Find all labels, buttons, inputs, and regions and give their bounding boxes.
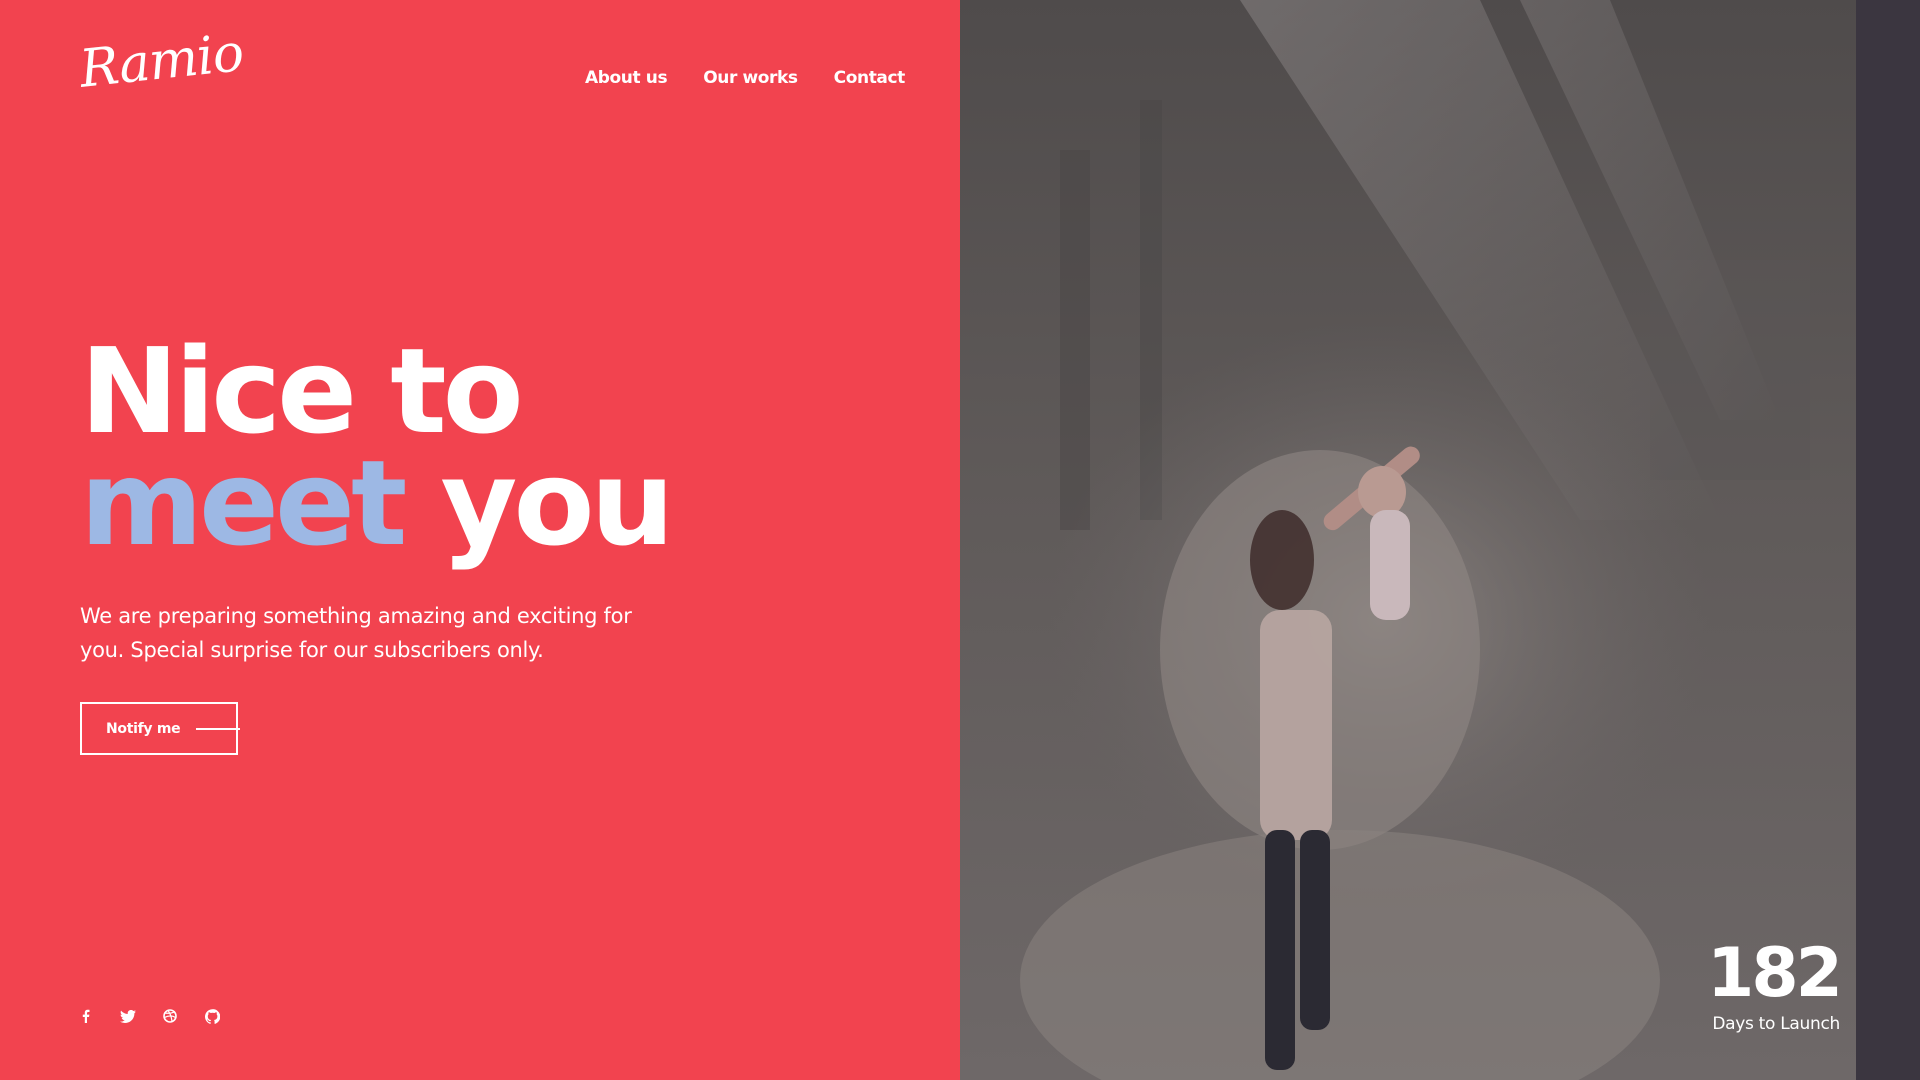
nav-link-works[interactable]: Our works (703, 68, 798, 88)
arrow-line-icon (196, 728, 240, 730)
countdown-label: Days to Launch (1712, 1014, 1840, 1034)
headline-rest: you (403, 434, 675, 572)
github-icon[interactable] (204, 1008, 220, 1024)
hero-content: Nice to meet you We are preparing someth… (80, 332, 780, 667)
edge-strip (1856, 0, 1920, 1080)
hero-subtitle: We are preparing something amazing and e… (80, 604, 632, 662)
twitter-icon[interactable] (120, 1008, 136, 1024)
nav-link-about[interactable]: About us (585, 68, 668, 88)
hero-headline: Nice to meet you (80, 332, 780, 562)
logo-text: Ramio (76, 23, 246, 100)
image-panel: 182 Days to Launch (960, 0, 1920, 1080)
headline-accent-word: meet (80, 434, 407, 572)
notify-me-label: Notify me (106, 720, 181, 737)
hero-photo (960, 0, 1920, 1080)
countdown-number: 182 (1707, 934, 1843, 1013)
notify-me-button[interactable]: Notify me (80, 702, 240, 755)
launch-countdown: 182 Days to Launch (1707, 934, 1843, 1035)
hero-panel: Ramio About us Our works Contact Nice to… (0, 0, 960, 1080)
facebook-icon[interactable] (78, 1008, 94, 1024)
nav-link-contact[interactable]: Contact (834, 68, 906, 88)
social-links (78, 1008, 220, 1024)
brand-logo[interactable]: Ramio (77, 23, 246, 100)
landing-page: Ramio About us Our works Contact Nice to… (0, 0, 1920, 1080)
dribbble-icon[interactable] (162, 1008, 178, 1024)
main-nav: About us Our works Contact (585, 68, 905, 88)
